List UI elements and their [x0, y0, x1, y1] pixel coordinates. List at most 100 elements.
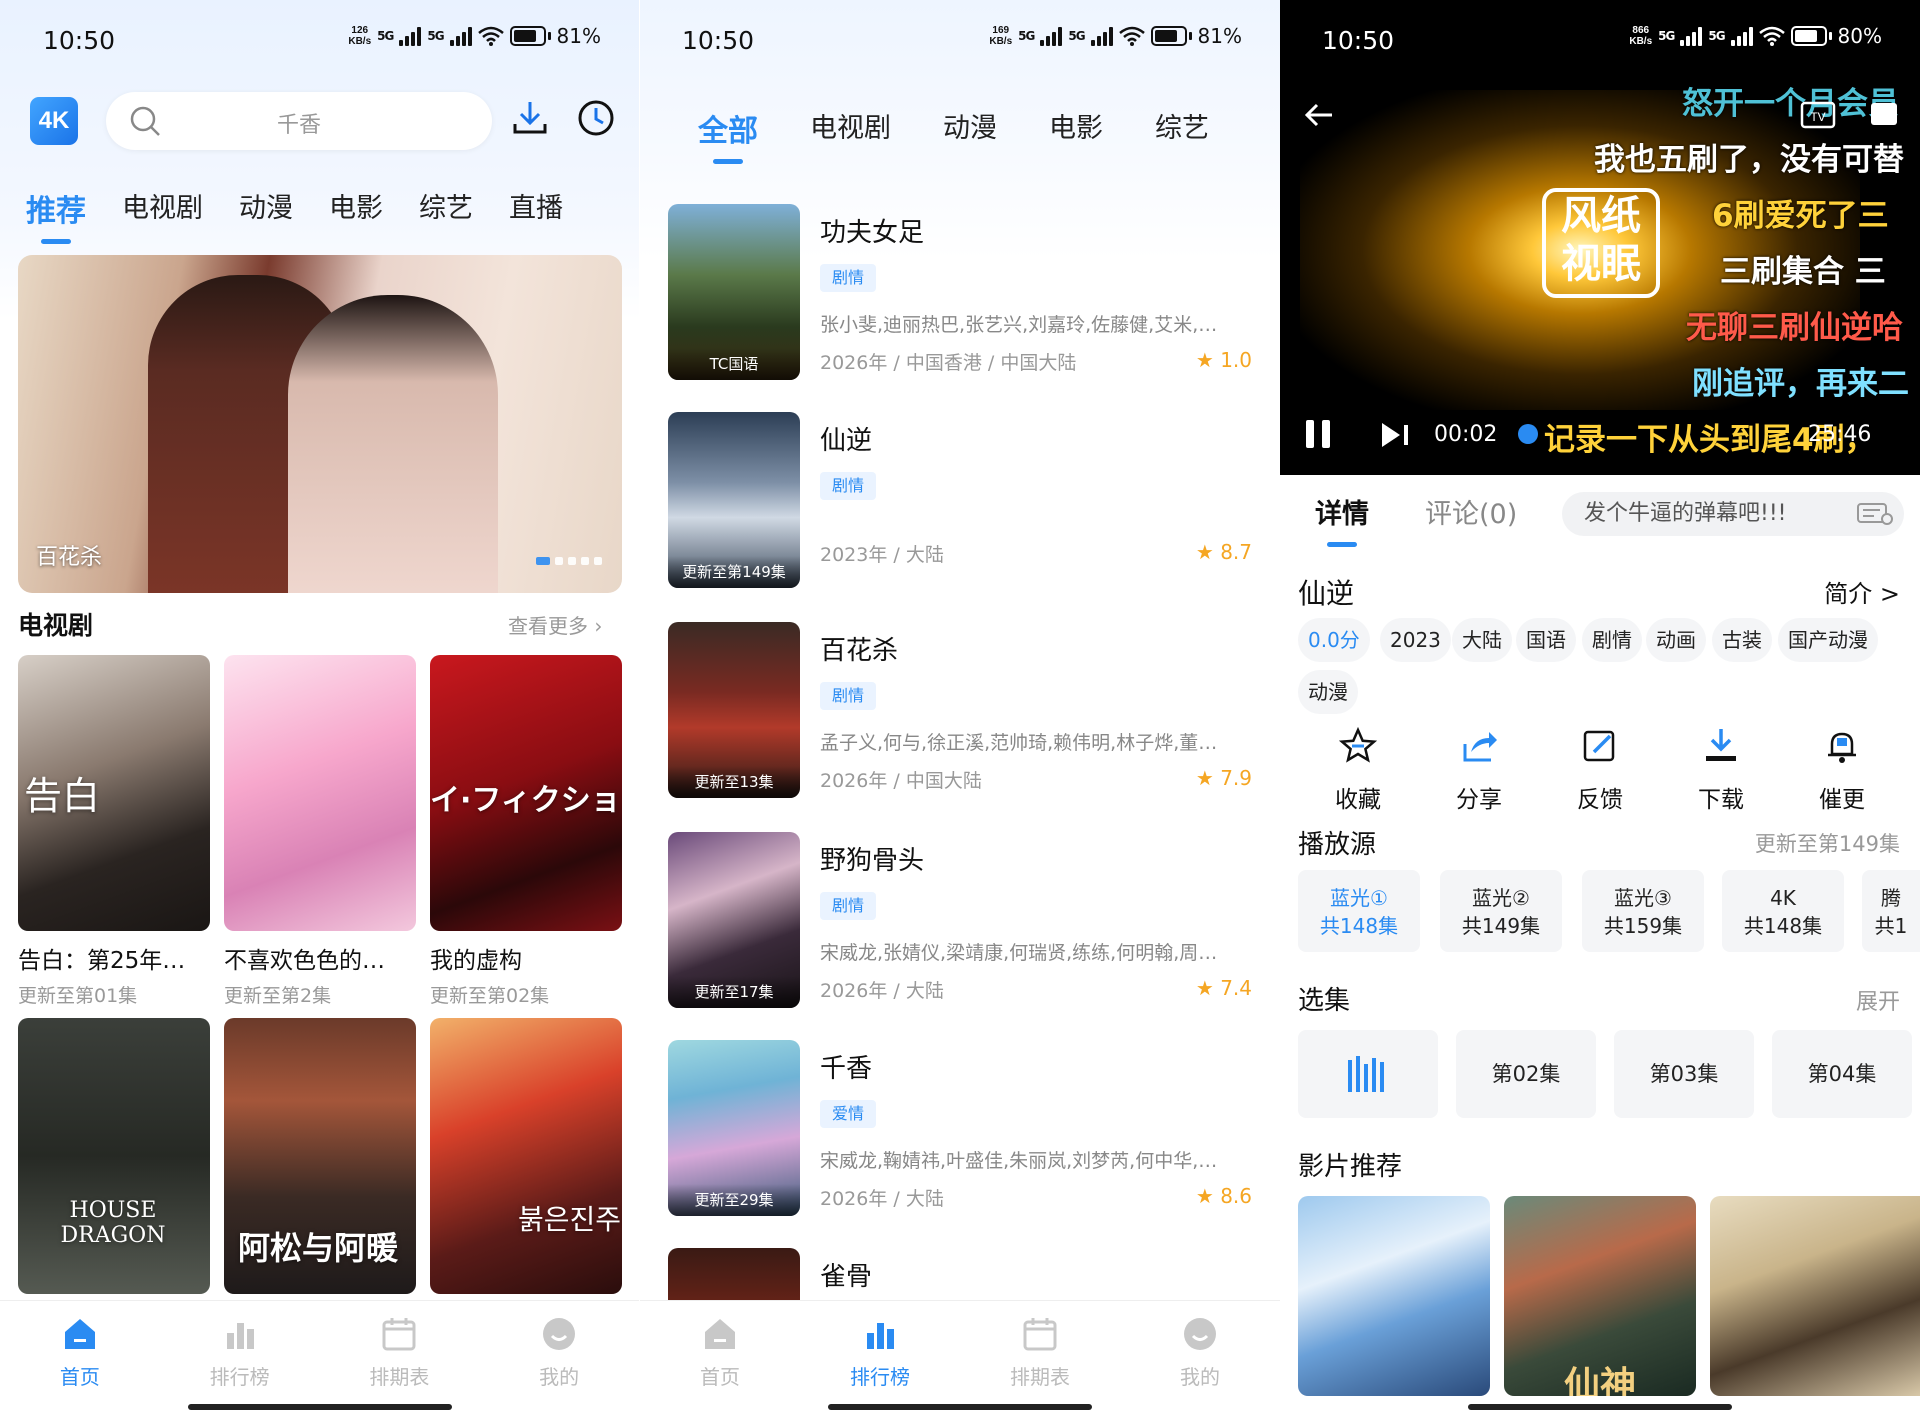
source-section-title: 播放源: [1298, 830, 1377, 860]
tab-live[interactable]: 直播: [509, 186, 563, 230]
nav-home[interactable]: 首页: [640, 1301, 800, 1424]
screenshot-root: 10:50 126 KB/s 5G 5G 81% 4K 千香 推荐 电视剧 动漫 …: [0, 0, 1920, 1424]
tab-tv[interactable]: 电视剧: [810, 106, 891, 150]
rank-score: ★ 7.9: [1195, 766, 1252, 790]
episode-expand[interactable]: 展开: [1856, 984, 1900, 1016]
app-logo[interactable]: 4K: [30, 97, 78, 145]
source-option[interactable]: 蓝光① 共148集: [1298, 870, 1420, 952]
episode-item[interactable]: 第02集: [1456, 1030, 1596, 1118]
tab-tv[interactable]: 电视剧: [122, 186, 203, 230]
status-bar: 10:50 169 KB/s 5G 5G 81%: [640, 0, 1280, 80]
rank-thumb: 更新至第149集: [668, 412, 800, 588]
genre-tag: 剧情: [820, 892, 877, 920]
rank-score: ★ 1.0: [1195, 348, 1252, 372]
remind-update-button[interactable]: 催更: [1797, 726, 1887, 814]
svg-text:TV: TV: [1810, 110, 1825, 124]
recommend-card[interactable]: [1710, 1196, 1920, 1396]
rank-item[interactable]: 更新至13集 百花杀 剧情 孟子义,何与,徐正溪,范帅琦,赖伟明,林子烨,董… …: [668, 622, 1252, 798]
battery-percent: 80%: [1837, 24, 1882, 48]
tab-anime[interactable]: 动漫: [239, 186, 293, 230]
pause-icon[interactable]: [1302, 416, 1334, 452]
episode-item[interactable]: 第04集: [1772, 1030, 1912, 1118]
show-title: 仙逆: [1298, 577, 1355, 610]
signal-icon: [399, 26, 422, 46]
download-icon[interactable]: [510, 98, 550, 138]
source-option[interactable]: 蓝光③ 共159集: [1582, 870, 1704, 952]
detail-tabs: 详情 评论(0): [1315, 492, 1573, 547]
favorite-button[interactable]: 收藏: [1313, 726, 1403, 814]
home-screen: 10:50 126 KB/s 5G 5G 81% 4K 千香 推荐 电视剧 动漫 …: [0, 0, 639, 1424]
rank-item[interactable]: 更新至29集 千香 爱情 宋威龙,鞠婧祎,叶盛佳,朱丽岚,刘梦芮,何中华,… 2…: [668, 1040, 1252, 1216]
rank-item[interactable]: 更新至第149集 仙逆 剧情 2023年 / 大陆 ★ 8.7: [668, 412, 1252, 588]
tag-chip: 国语: [1516, 618, 1576, 662]
ranking-screen: 10:50 169 KB/s 5G 5G 81% 全部 电视剧 动漫 电影 综艺 …: [640, 0, 1280, 1424]
rank-meta: 2026年 / 大陆: [820, 980, 944, 1002]
recommend-card[interactable]: 仙神: [1504, 1196, 1696, 1396]
tab-variety[interactable]: 综艺: [419, 186, 473, 230]
next-episode-icon[interactable]: [1378, 420, 1412, 450]
source-option[interactable]: 腾共1: [1862, 870, 1920, 952]
danmaku-settings-icon[interactable]: [1856, 502, 1894, 526]
feedback-button[interactable]: 反馈: [1555, 726, 1645, 814]
rank-score: ★ 8.6: [1195, 1184, 1252, 1208]
status-icons: 126 KB/s 5G 5G 81%: [348, 24, 601, 48]
nav-mine[interactable]: 我的: [1120, 1301, 1280, 1424]
watermark-logo: 风纸视眠: [1542, 188, 1660, 298]
tab-movie[interactable]: 电影: [329, 186, 383, 230]
share-button[interactable]: 分享: [1434, 726, 1524, 814]
danmaku-input[interactable]: 发个牛逼的弹幕吧!!!: [1562, 492, 1904, 536]
pip-icon[interactable]: [1868, 98, 1900, 130]
see-more-link[interactable]: 查看更多 ›: [508, 610, 602, 639]
poster: 告白: [18, 655, 210, 931]
show-card[interactable]: イ·フィクショ 我的虚构 更新至第02集: [430, 655, 622, 1008]
rank-item[interactable]: TC国语 功夫女足 剧情 张小斐,迪丽热巴,张艺兴,刘嘉玲,佐藤健,艾米,… 2…: [668, 204, 1252, 380]
tab-variety[interactable]: 综艺: [1155, 106, 1209, 150]
tv-cast-icon[interactable]: TV: [1800, 98, 1836, 130]
poster: HOUSE DRAGON: [18, 1018, 210, 1294]
download-button[interactable]: 下载: [1676, 726, 1766, 814]
progress-thumb[interactable]: [1518, 424, 1538, 444]
card-title: 告白：第25年…: [18, 948, 186, 974]
section-title-tv: 电视剧: [18, 611, 94, 640]
genre-tag: 剧情: [820, 264, 877, 292]
tab-movie[interactable]: 电影: [1049, 106, 1103, 150]
poster: [224, 655, 416, 931]
nav-home[interactable]: 首页: [0, 1301, 160, 1424]
genre-tag: 爱情: [820, 1100, 877, 1128]
rank-title: 仙逆: [820, 426, 873, 456]
history-icon[interactable]: [576, 98, 616, 138]
calendar-icon: [1023, 1318, 1057, 1351]
episode-item[interactable]: 第03集: [1614, 1030, 1754, 1118]
hero-banner[interactable]: 百花杀: [18, 255, 622, 593]
net-speed: 866 KB/s: [1629, 25, 1653, 47]
tab-recommend[interactable]: 推荐: [26, 186, 86, 244]
rank-cast: 张小斐,迪丽热巴,张艺兴,刘嘉玲,佐藤健,艾米,…: [820, 314, 1218, 336]
show-card[interactable]: 阿松与阿暖: [224, 1018, 416, 1294]
source-option[interactable]: 蓝光② 共149集: [1440, 870, 1562, 952]
gesture-bar: [1468, 1404, 1732, 1410]
rank-thumb: 更新至17集: [668, 832, 800, 1008]
search-bar[interactable]: 千香: [106, 92, 492, 150]
nav-mine[interactable]: 我的: [479, 1301, 639, 1424]
tab-comments[interactable]: 评论(0): [1425, 492, 1517, 531]
rank-score: ★ 8.7: [1195, 540, 1252, 564]
status-bar: 10:50 866 KB/s 5G 5G 80%: [1280, 0, 1920, 80]
tag-chip: 动漫: [1298, 670, 1358, 714]
source-option[interactable]: 4K 共148集: [1722, 870, 1844, 952]
recommend-card[interactable]: [1298, 1196, 1490, 1396]
show-card[interactable]: 不喜欢色色的… 更新至第2集: [224, 655, 416, 1008]
playing-indicator-icon: [1348, 1056, 1384, 1092]
back-arrow-icon[interactable]: [1302, 98, 1336, 132]
show-card[interactable]: HOUSE DRAGON: [18, 1018, 210, 1294]
status-time: 10:50: [43, 26, 116, 55]
tab-detail[interactable]: 详情: [1315, 492, 1369, 547]
rank-item[interactable]: 更新至17集 野狗骨头 剧情 宋威龙,张婧仪,梁靖康,何瑞贤,练练,何明翰,周……: [668, 832, 1252, 1008]
episode-playing[interactable]: [1298, 1030, 1438, 1118]
intro-link[interactable]: 简介 >: [1824, 574, 1900, 609]
show-card[interactable]: 붉은진주: [430, 1018, 622, 1294]
tab-anime[interactable]: 动漫: [943, 106, 997, 150]
show-card[interactable]: 告白 告白：第25年… 更新至第01集: [18, 655, 210, 1008]
signal-label-2: 5G: [427, 29, 444, 43]
tab-all[interactable]: 全部: [698, 106, 758, 164]
time-total: 25:46: [1808, 422, 1872, 447]
